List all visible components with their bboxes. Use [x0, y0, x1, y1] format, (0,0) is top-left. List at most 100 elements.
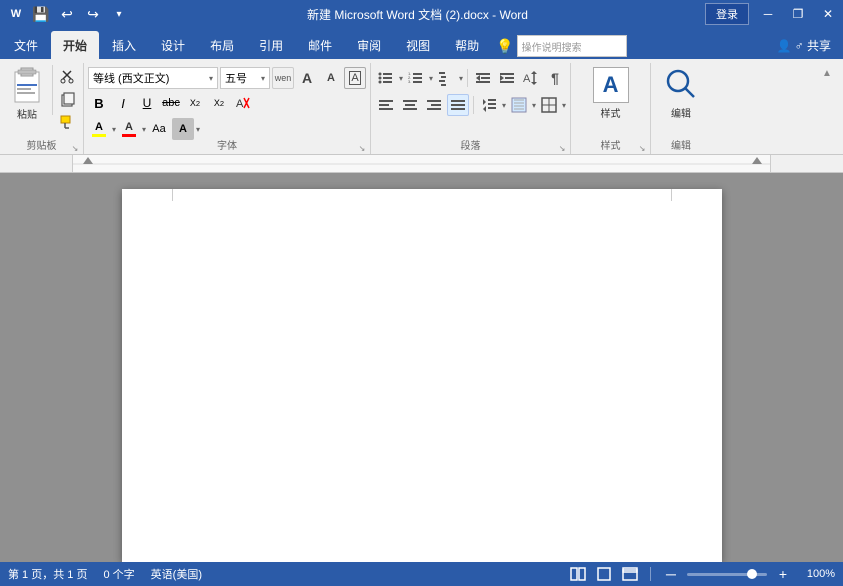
paste-label: 粘贴: [17, 106, 37, 121]
read-view-button[interactable]: [568, 565, 588, 583]
borders-icon: [541, 97, 557, 113]
highlight-a: A: [95, 121, 103, 133]
cut-button[interactable]: [57, 65, 79, 87]
customize-quick-btn[interactable]: ▾: [108, 3, 130, 25]
login-button[interactable]: 登录: [705, 3, 749, 25]
font-color-dropdown[interactable]: ▾: [142, 125, 146, 134]
tab-file[interactable]: 文件: [2, 31, 50, 59]
phonetic-btn[interactable]: wen: [272, 67, 294, 89]
bullet-list-dropdown[interactable]: ▾: [399, 74, 403, 83]
show-marks-button[interactable]: ¶: [544, 67, 566, 89]
numbered-list-button[interactable]: 1. 2. 3.: [405, 67, 427, 89]
shading-button[interactable]: [508, 94, 530, 116]
line-spacing-dropdown[interactable]: ▾: [502, 101, 506, 110]
font-size-large-btn[interactable]: A: [296, 67, 318, 89]
strikethrough-button[interactable]: abc: [160, 92, 182, 114]
decrease-indent-button[interactable]: [472, 67, 494, 89]
zoom-in-button[interactable]: +: [773, 565, 793, 583]
close-button[interactable]: ✕: [813, 0, 843, 28]
font-name-selector[interactable]: 等线 (西文正文) ▾: [88, 67, 218, 89]
bold-button[interactable]: B: [88, 92, 110, 114]
bullet-list-button[interactable]: [375, 67, 397, 89]
copy-button[interactable]: [57, 88, 79, 110]
justify-button[interactable]: [447, 94, 469, 116]
italic-button[interactable]: I: [112, 92, 134, 114]
ribbon-collapse-button[interactable]: ▲: [817, 63, 837, 83]
clipboard-expand-btn[interactable]: ↘: [69, 142, 81, 154]
tab-help[interactable]: 帮助: [443, 31, 491, 59]
sort-button[interactable]: A: [520, 67, 542, 89]
left-indent-marker[interactable]: [83, 157, 93, 164]
tab-references[interactable]: 引用: [247, 31, 295, 59]
font-size-value: 五号: [225, 70, 247, 86]
font-expand-btn[interactable]: ↘: [356, 142, 368, 154]
font-name-value: 等线 (西文正文): [93, 70, 169, 86]
clear-format-button[interactable]: A: [232, 92, 254, 114]
superscript-button[interactable]: X2: [208, 92, 230, 114]
underline-button[interactable]: U: [136, 92, 158, 114]
subscript-button[interactable]: X2: [184, 92, 206, 114]
align-right-button[interactable]: [423, 94, 445, 116]
decrease-indent-icon: [475, 70, 491, 86]
document-page[interactable]: [122, 189, 722, 562]
line-spacing-button[interactable]: [478, 94, 500, 116]
redo-quick-btn[interactable]: ↪: [82, 3, 104, 25]
multilevel-list-button[interactable]: [435, 67, 457, 89]
highlight-dropdown[interactable]: ▾: [112, 125, 116, 134]
styles-expand-btn[interactable]: ↘: [636, 142, 648, 154]
multilevel-dropdown[interactable]: ▾: [459, 74, 463, 83]
zoom-level[interactable]: 100%: [799, 568, 835, 580]
styles-icon: A: [593, 67, 629, 103]
alignment-row: ▾ ▾: [375, 94, 566, 116]
format-painter-icon: [60, 114, 76, 130]
share-button[interactable]: 👤 ♂ 共享: [769, 34, 839, 57]
web-view-icon: [622, 567, 638, 581]
undo-quick-btn[interactable]: ↩: [56, 3, 78, 25]
paste-button[interactable]: 粘贴: [6, 65, 48, 121]
tab-mailings[interactable]: 邮件: [296, 31, 344, 59]
minimize-button[interactable]: ─: [753, 0, 783, 28]
print-view-button[interactable]: [594, 565, 614, 583]
font-size-selector[interactable]: 五号 ▾: [220, 67, 270, 89]
tab-review[interactable]: 审阅: [345, 31, 393, 59]
tab-view[interactable]: 视图: [394, 31, 442, 59]
format-painter-button[interactable]: [57, 111, 79, 133]
paragraph-group: ▾ 1. 2. 3. ▾: [371, 63, 571, 154]
zoom-out-button[interactable]: ─: [661, 565, 681, 583]
increase-indent-button[interactable]: [496, 67, 518, 89]
share-label: ♂ 共享: [795, 37, 831, 54]
tab-home[interactable]: 开始: [51, 31, 99, 59]
editing-button[interactable]: 编辑: [658, 65, 704, 121]
zoom-slider[interactable]: [687, 568, 767, 580]
numbered-list-dropdown[interactable]: ▾: [429, 74, 433, 83]
char-border-btn[interactable]: A: [344, 67, 366, 89]
align-center-icon: [402, 97, 418, 113]
tab-design[interactable]: 设计: [149, 31, 197, 59]
font-size-small-btn[interactable]: A: [320, 67, 342, 89]
borders-button[interactable]: [538, 94, 560, 116]
shading-dropdown[interactable]: ▾: [532, 101, 536, 110]
font-color-a: A: [125, 121, 133, 133]
ribbon: 粘贴: [0, 59, 843, 155]
hint-search-box[interactable]: 操作说明搜索: [517, 35, 627, 57]
align-left-button[interactable]: [375, 94, 397, 116]
clear-format-icon: A: [236, 96, 250, 110]
svg-text:A: A: [523, 73, 531, 85]
page-margin-right-top: [670, 189, 672, 201]
size-dropdown-arrow: ▾: [261, 74, 265, 83]
save-quick-btn[interactable]: 💾: [30, 3, 52, 25]
editing-group-label: 编辑: [651, 137, 711, 152]
right-indent-marker[interactable]: [752, 157, 762, 164]
char-shading-dropdown[interactable]: ▾: [196, 125, 200, 134]
styles-button[interactable]: A 样式: [588, 65, 634, 121]
borders-dropdown[interactable]: ▾: [562, 101, 566, 110]
web-view-button[interactable]: [620, 565, 640, 583]
hint-search-area: 💡 操作说明搜索: [496, 35, 626, 57]
paragraph-expand-btn[interactable]: ↘: [556, 142, 568, 154]
cut-icon: [60, 68, 76, 84]
restore-button[interactable]: ❐: [783, 0, 813, 28]
align-center-button[interactable]: [399, 94, 421, 116]
word-icon: W: [6, 4, 26, 24]
tab-insert[interactable]: 插入: [100, 31, 148, 59]
tab-layout[interactable]: 布局: [198, 31, 246, 59]
